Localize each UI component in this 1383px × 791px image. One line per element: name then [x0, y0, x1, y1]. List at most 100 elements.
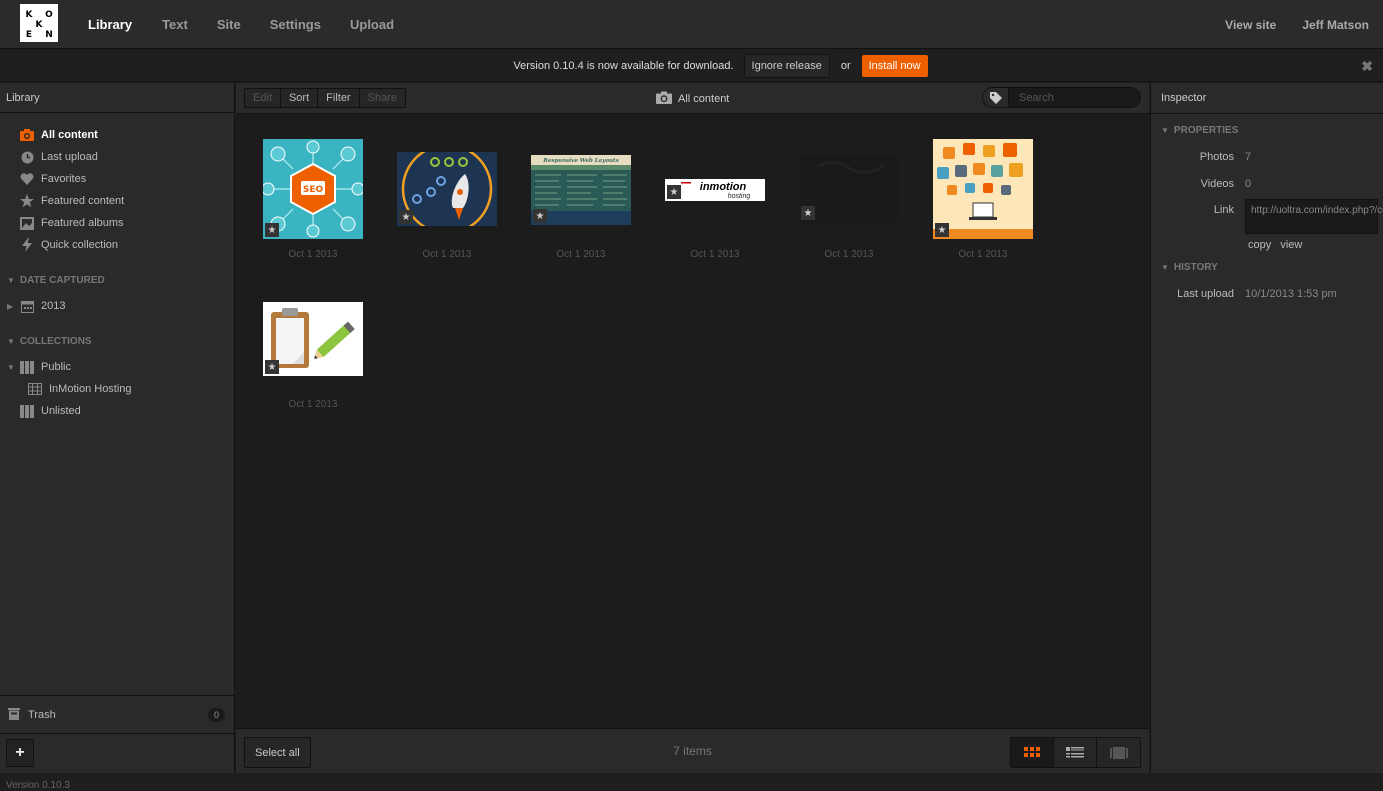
grid-item[interactable]: ★ Oct 1 2013 — [933, 139, 1033, 269]
install-now-button[interactable]: Install now — [861, 54, 928, 77]
link-field[interactable]: http://uoltra.com/index.php?/content/ — [1245, 199, 1383, 234]
star-icon[interactable]: ★ — [533, 209, 547, 223]
library-sidebar: Library All content Last upload Favorite… — [0, 83, 235, 773]
view-link[interactable]: view — [1280, 239, 1302, 251]
thumbnail-dark-image[interactable]: ★ — [799, 156, 899, 222]
sidebar-item-label: Featured content — [41, 195, 125, 207]
sidebar-item-label: Public — [41, 361, 71, 373]
thumbnail-seo-icons[interactable]: SEO ★ — [261, 139, 365, 239]
inspector-title: Inspector — [1151, 83, 1383, 114]
triangle-right-icon[interactable]: ▶ — [7, 302, 13, 311]
sidebar-item-label: 2013 — [41, 300, 66, 312]
update-notice-text: Version 0.10.4 is now available for down… — [513, 59, 734, 72]
bolt-icon — [20, 238, 34, 252]
videos-value: 0 — [1245, 178, 1252, 190]
koken-logo-mark: K O K E N — [20, 4, 58, 42]
camera-icon — [656, 91, 672, 107]
svg-text:Responsive Web Layouts: Responsive Web Layouts — [542, 158, 618, 164]
star-icon[interactable]: ★ — [265, 360, 279, 374]
nav-settings[interactable]: Settings — [270, 17, 321, 32]
photos-row: Photos 7 — [1151, 145, 1383, 172]
grid-item[interactable]: inmotion hosting ★ Oct 1 2013 — [665, 139, 765, 269]
tag-icon[interactable] — [983, 88, 1009, 107]
last-upload-label: Last upload — [1177, 288, 1234, 300]
user-name-link[interactable]: Jeff Matson — [1302, 18, 1369, 32]
section-title: COLLECTIONS — [19, 335, 92, 347]
sidebar-item-quick-collection[interactable]: Quick collection — [0, 234, 234, 256]
filter-button[interactable]: Filter — [318, 89, 360, 107]
sidebar-item-trash[interactable]: Trash 0 — [0, 695, 235, 733]
sidebar-item-unlisted[interactable]: Unlisted — [0, 400, 234, 422]
star-icon[interactable]: ★ — [801, 206, 815, 220]
grid-item[interactable]: ★ Oct 1 2013 — [263, 301, 363, 431]
sidebar-item-label: Featured albums — [41, 217, 124, 229]
properties-section[interactable]: ▼ PROPERTIES — [1151, 120, 1383, 140]
share-button[interactable]: Share — [359, 89, 405, 107]
thumbnail-cloud-icons[interactable]: ★ — [933, 139, 1033, 239]
grid-view-icon[interactable] — [1011, 738, 1054, 767]
search-input[interactable] — [1009, 91, 1129, 104]
date-captured-section[interactable]: ▼ DATE CAPTURED — [0, 269, 234, 291]
ignore-release-button[interactable]: Ignore release — [743, 53, 830, 78]
nav-upload[interactable]: Upload — [350, 17, 394, 32]
thumbnail-inmotion-hosting[interactable]: inmotion hosting ★ — [665, 179, 765, 201]
star-icon[interactable]: ★ — [399, 210, 413, 224]
sidebar-item-all-content[interactable]: All content — [0, 124, 234, 146]
koken-logo[interactable]: K O K E N — [20, 4, 58, 42]
sidebar-item-favorites[interactable]: Favorites — [0, 168, 234, 190]
svg-text:hosting: hosting — [728, 193, 751, 200]
thumbnail-clipboard-pencil[interactable]: ★ — [263, 302, 363, 376]
svg-text:K: K — [26, 10, 34, 20]
sidebar-footer: + — [0, 733, 235, 773]
sidebar-item-label: Quick collection — [41, 239, 119, 251]
triangle-down-icon[interactable]: ▼ — [7, 363, 15, 372]
sidebar-item-label: Favorites — [41, 173, 87, 185]
history-section[interactable]: ▼ HISTORY — [1151, 257, 1383, 277]
sidebar-item-label: Unlisted — [41, 405, 81, 417]
triangle-down-icon: ▼ — [7, 275, 15, 285]
action-button-group: Edit Sort Filter Share — [244, 88, 406, 108]
sidebar-item-2013[interactable]: ▶ 2013 — [0, 295, 234, 317]
star-icon[interactable]: ★ — [935, 223, 949, 237]
content-toolbar: Edit Sort Filter Share All content — [236, 83, 1149, 114]
grid-item[interactable]: ★ Oct 1 2013 — [397, 139, 497, 269]
edit-button[interactable]: Edit — [245, 89, 281, 107]
thumbnail-responsive-web-layouts[interactable]: Responsive Web Layouts ★ — [531, 155, 631, 225]
sidebar-item-last-upload[interactable]: Last upload — [0, 146, 234, 168]
list-view-icon[interactable] — [1054, 738, 1097, 767]
triangle-down-icon: ▼ — [1161, 125, 1169, 135]
view-site-link[interactable]: View site — [1225, 18, 1276, 32]
library-list: All content Last upload Favorites Featur… — [0, 113, 234, 422]
content-area: Edit Sort Filter Share All content Searc… — [236, 83, 1149, 773]
star-icon[interactable]: ★ — [265, 223, 279, 237]
last-upload-value: 10/1/2013 1:53 pm — [1245, 288, 1337, 300]
sidebar-item-featured-albums[interactable]: Featured albums — [0, 212, 234, 234]
copy-link[interactable]: copy — [1248, 239, 1271, 251]
select-all-button[interactable]: Select all — [244, 737, 311, 768]
last-upload-row: Last upload 10/1/2013 1:53 pm — [1151, 282, 1383, 309]
search-box — [982, 87, 1141, 108]
star-icon — [20, 194, 34, 208]
star-icon[interactable]: ★ — [667, 185, 681, 199]
sidebar-item-public[interactable]: ▼ Public — [0, 356, 234, 378]
sort-button[interactable]: Sort — [280, 89, 319, 107]
add-button[interactable]: + — [6, 739, 34, 767]
videos-row: Videos 0 — [1151, 172, 1383, 199]
videos-label: Videos — [1200, 178, 1234, 190]
grid-item[interactable]: Responsive Web Layouts ★ Oct 1 2013 — [531, 139, 631, 269]
heart-icon — [20, 172, 34, 186]
sidebar-item-inmotion-hosting[interactable]: InMotion Hosting — [0, 378, 234, 400]
content-title-text: All content — [678, 92, 730, 105]
sidebar-item-featured-content[interactable]: Featured content — [0, 190, 234, 212]
collections-section[interactable]: ▼ COLLECTIONS — [0, 330, 234, 352]
nav-text[interactable]: Text — [162, 17, 188, 32]
nav-site[interactable]: Site — [217, 17, 241, 32]
filmstrip-view-icon[interactable] — [1097, 738, 1140, 767]
svg-text:inmotion: inmotion — [700, 181, 747, 193]
thumbnail-rocket[interactable]: ★ — [397, 143, 497, 235]
close-icon[interactable]: ✖ — [1361, 58, 1373, 75]
nav-library[interactable]: Library — [88, 17, 132, 32]
grid-item[interactable]: ★ Oct 1 2013 — [799, 139, 899, 269]
grid-item[interactable]: SEO ★ Oct 1 2013 — [261, 139, 365, 269]
view-mode-toggle — [1010, 737, 1141, 768]
